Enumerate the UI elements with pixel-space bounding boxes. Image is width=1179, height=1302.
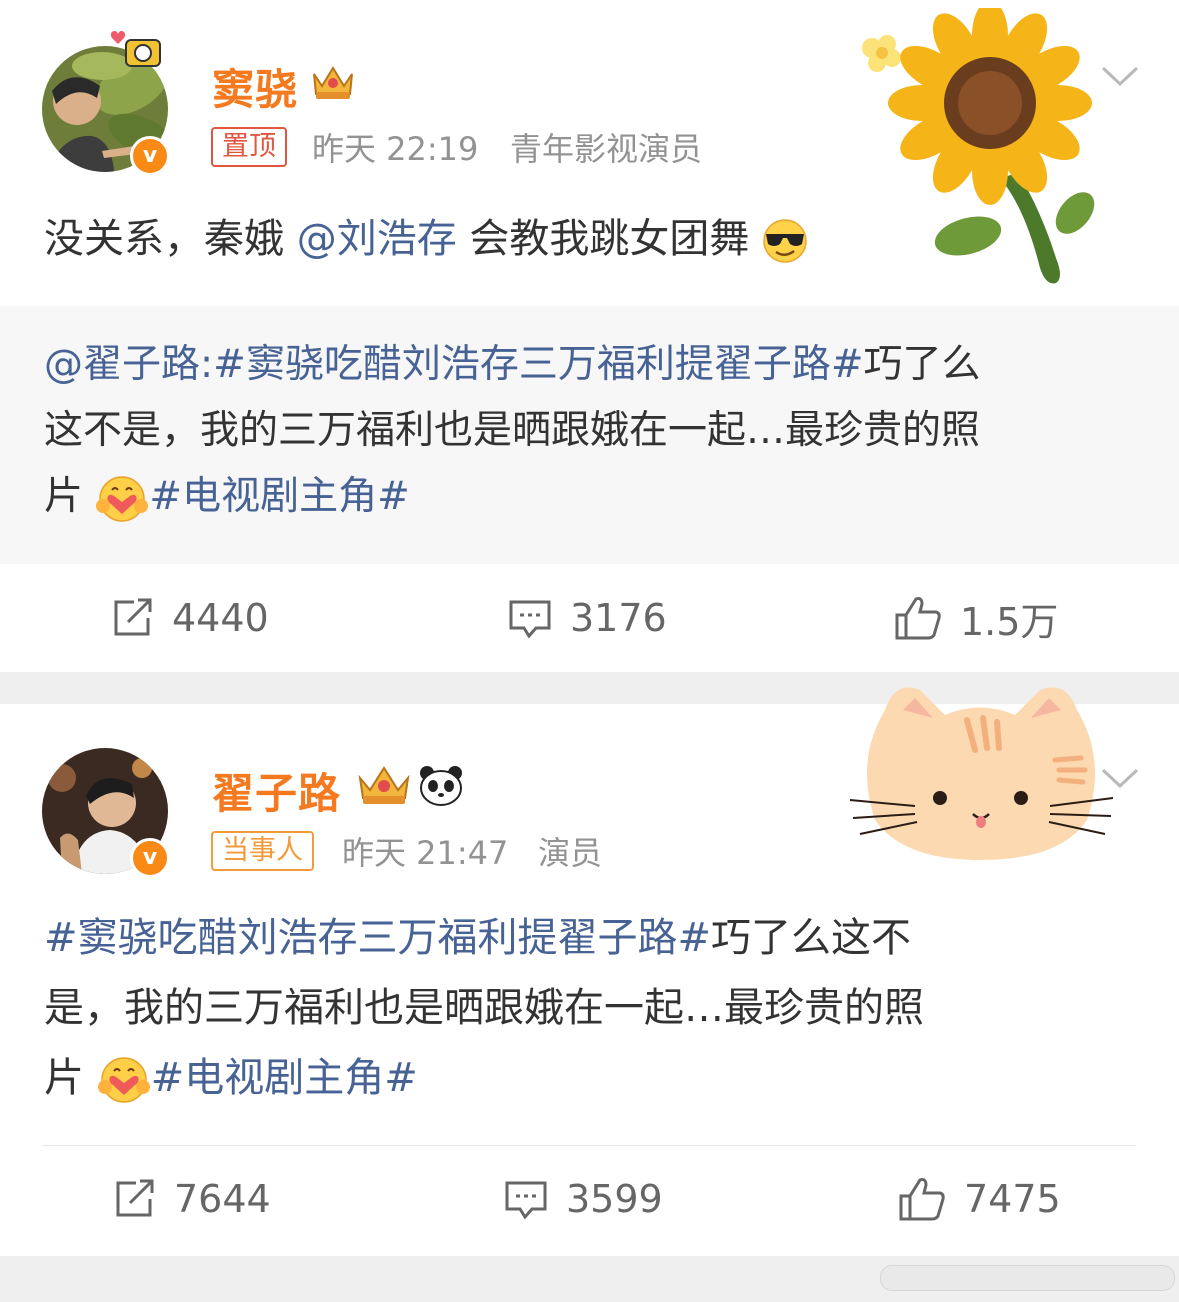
post-text: 片	[44, 1055, 84, 1101]
post-line-1: #窦骁吃醋刘浩存三万福利提翟子路#巧了么这不	[44, 904, 911, 972]
panda-icon	[420, 766, 462, 806]
post-content: 没关系，秦娥 @刘浩存 会教我跳女团舞	[44, 205, 808, 273]
comment-count: 3599	[566, 1177, 663, 1221]
hashtag-link[interactable]: #窦骁吃醋刘浩存三万福利提翟子路#	[44, 915, 711, 961]
crown-icon	[358, 766, 410, 804]
hug-emoji-icon	[97, 1057, 150, 1103]
cat-sticker	[849, 687, 1114, 860]
pinned-tag: 置顶	[211, 127, 287, 167]
repost-button[interactable]: 7644	[114, 1169, 271, 1229]
username[interactable]: 窦骁	[212, 56, 298, 117]
horizontal-scrollbar[interactable]	[880, 1265, 1175, 1291]
post-text-start: 没关系，秦娥	[44, 216, 284, 262]
post-text: 巧了么这不	[711, 915, 912, 961]
user-title: 青年影视演员	[510, 130, 703, 168]
hashtag-link[interactable]: #电视剧主角#	[151, 1055, 418, 1101]
sunflower-sticker	[862, 8, 1095, 284]
comment-button[interactable]: 3176	[508, 588, 667, 648]
crown-icon	[313, 66, 353, 99]
post-time: 昨天 22:19	[312, 130, 479, 168]
like-count: 7475	[964, 1177, 1061, 1221]
like-icon	[895, 597, 941, 640]
verified-icon: v	[130, 136, 170, 176]
weibo-post-2: v 翟子路 当事人 昨天 21:47 演员 #窦骁吃醋刘浩存三万福利提翟子路#巧…	[0, 687, 1179, 1256]
mention-link[interactable]: @刘浩存	[297, 216, 457, 262]
repost-button[interactable]: 4440	[112, 588, 269, 648]
comment-icon	[505, 1181, 547, 1219]
hashtag-link[interactable]: #窦骁吃醋刘浩存三万福利提翟子路#	[213, 342, 863, 387]
repost-text: 巧了么	[863, 342, 981, 387]
repost-count: 7644	[174, 1177, 271, 1221]
repost-count: 4440	[172, 596, 269, 640]
like-count: 1.5万	[960, 599, 1059, 644]
like-button[interactable]: 1.5万	[894, 588, 1058, 648]
repost-text: 片	[44, 474, 84, 519]
username[interactable]: 翟子路	[212, 760, 341, 821]
repost-icon	[116, 1179, 154, 1217]
repost-line-1: @翟子路:#窦骁吃醋刘浩存三万福利提翟子路#巧了么	[44, 332, 981, 398]
sunglasses-emoji-icon	[763, 219, 807, 263]
verified-icon: v	[130, 838, 170, 878]
weibo-post-1: v 窦骁 置顶 昨天 22:19 青年影视演员 没关系，秦娥 @刘浩存 会教我跳…	[0, 0, 1179, 672]
repost-box[interactable]: @翟子路:#窦骁吃醋刘浩存三万福利提翟子路#巧了么 这不是，我的三万福利也是晒跟…	[0, 306, 1179, 564]
repost-line-2: 这不是，我的三万福利也是晒跟娥在一起…最珍贵的照	[44, 408, 981, 453]
involved-party-tag: 当事人	[211, 831, 314, 871]
camera-sticker	[110, 31, 161, 67]
chevron-down-icon[interactable]	[1100, 64, 1140, 88]
divider	[42, 1145, 1136, 1146]
repost-author-link[interactable]: @翟子路:	[44, 342, 213, 387]
comment-count: 3176	[570, 596, 667, 640]
hug-emoji-icon	[96, 475, 149, 522]
comment-icon	[509, 600, 551, 638]
comment-button[interactable]: 3599	[504, 1169, 663, 1229]
user-title: 演员	[538, 834, 603, 872]
repost-icon	[114, 598, 152, 636]
hashtag-link[interactable]: #电视剧主角#	[149, 474, 409, 519]
post-line-3: 片 #电视剧主角#	[44, 1044, 418, 1112]
post-line-2: 是，我的三万福利也是晒跟娥在一起…最珍贵的照	[44, 985, 924, 1031]
post-text-end: 会教我跳女团舞	[456, 216, 750, 262]
like-icon	[899, 1178, 945, 1221]
like-button[interactable]: 7475	[898, 1169, 1061, 1229]
repost-line-3: 片 #电视剧主角#	[44, 464, 410, 530]
post-time: 昨天 21:47	[342, 834, 509, 872]
